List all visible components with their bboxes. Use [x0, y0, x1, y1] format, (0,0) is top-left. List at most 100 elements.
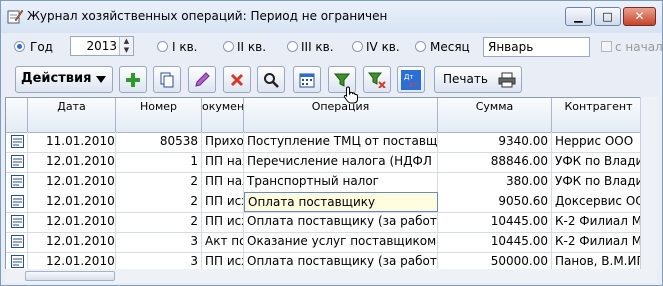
cell-sum: 10445.00	[438, 212, 552, 232]
cell-counterparty: Неррис ООО	[552, 132, 640, 152]
edit-button[interactable]	[188, 66, 216, 93]
col-header-operation[interactable]: Операция	[244, 98, 438, 132]
cell-date: 12.01.2010	[28, 152, 116, 172]
year-radio-label: Год	[30, 40, 53, 54]
document-icon	[11, 235, 24, 248]
actions-dropdown[interactable]: Действия	[15, 66, 113, 93]
cell-operation: Транспортный налог	[244, 172, 438, 192]
col-header-date[interactable]: Дата	[28, 98, 116, 132]
q2-radio[interactable]	[223, 41, 234, 52]
delete-x-icon	[230, 73, 244, 86]
journal-window: Журнал хозяйственных операций: Период не…	[0, 0, 663, 286]
q4-label: IV кв.	[366, 40, 400, 54]
col-header-counterparty[interactable]: Контрагент	[552, 98, 640, 132]
q4-radio[interactable]	[352, 41, 363, 52]
maximize-button[interactable]: □	[594, 7, 621, 26]
col-header-document[interactable]: окумен	[202, 98, 244, 132]
period-bar: Год 2013 ▲ ▼ I кв. II кв. III кв. IV кв. …	[1, 33, 662, 61]
cell-document: ПП нал	[202, 152, 244, 172]
cell-date: 12.01.2010	[28, 212, 116, 232]
table-header: Дата Номер окумен Операция Сумма Контраг…	[6, 98, 640, 133]
cell-sum: 9050.60	[438, 192, 552, 212]
cell-date: 12.01.2010	[28, 172, 116, 192]
close-button[interactable]: ✕	[623, 7, 656, 26]
month-radio[interactable]	[415, 41, 426, 52]
print-button[interactable]: Печать	[434, 66, 522, 93]
document-icon	[11, 255, 24, 268]
spin-down-icon[interactable]: ▼	[124, 46, 129, 54]
table-row[interactable]: 12.01.2010 2 ПП нал Транспортный налог 3…	[6, 172, 640, 193]
table-row-selected[interactable]: 12.01.2010 2 ПП исх Оплата поставщику 90…	[6, 192, 640, 213]
table-row[interactable]: 11.01.2010 80538 Приход Поступление ТМЦ …	[6, 132, 640, 153]
cell-sum: 380.00	[438, 172, 552, 192]
window-title: Журнал хозяйственных операций: Период не…	[27, 9, 388, 23]
spin-up-icon[interactable]: ▲	[124, 37, 129, 45]
col-header-number[interactable]: Номер	[116, 98, 202, 132]
col-header-icon[interactable]	[6, 98, 28, 132]
table-row[interactable]: 12.01.2010 1 ПП нал Перечисление налога …	[6, 152, 640, 173]
table-row[interactable]: 12.01.2010 2 ПП исх Оплата поставщику (з…	[6, 212, 640, 233]
search-button[interactable]	[257, 66, 285, 93]
toolbar: Действия Дт Кт Печать	[1, 62, 662, 96]
year-spinner[interactable]: ▲ ▼	[119, 37, 133, 55]
cell-number: 1	[116, 152, 202, 172]
plus-icon	[126, 72, 140, 87]
year-radio[interactable]	[14, 41, 25, 52]
horizontal-scrollbar[interactable]	[5, 269, 657, 283]
q1-label: I кв.	[172, 40, 198, 54]
row-doc-icon-cell	[6, 172, 28, 192]
horizontal-scroll-thumb[interactable]	[25, 271, 115, 281]
cell-operation: Оказание услуг поставщиком	[244, 232, 438, 252]
q3-radio[interactable]	[287, 41, 298, 52]
minimize-icon: ▁	[574, 10, 583, 23]
cell-document: ПП исх	[202, 212, 244, 232]
cell-document: ПП нал	[202, 172, 244, 192]
q1-radio[interactable]	[157, 41, 168, 52]
row-doc-icon-cell	[6, 152, 28, 172]
calendar-button[interactable]	[293, 66, 321, 93]
col-header-sum[interactable]: Сумма	[438, 98, 552, 132]
cell-sum: 88846.00	[438, 152, 552, 172]
add-button[interactable]	[119, 66, 147, 93]
cell-document: Акт по.	[202, 232, 244, 252]
cell-document: Приход	[202, 132, 244, 152]
cell-counterparty: К-2 Филиал МС	[552, 232, 640, 252]
delete-button[interactable]	[223, 66, 251, 93]
copy-icon	[160, 72, 174, 87]
clear-filter-button[interactable]	[363, 66, 391, 93]
row-doc-icon-cell	[6, 192, 28, 212]
operations-table: Дата Номер окумен Операция Сумма Контраг…	[5, 97, 641, 271]
month-field[interactable]: Январь	[483, 37, 590, 57]
row-doc-icon-cell	[6, 212, 28, 232]
search-icon	[264, 72, 279, 88]
hand-cursor-icon	[343, 86, 358, 104]
actions-label: Действия	[21, 71, 92, 86]
cell-document: ПП исх	[202, 192, 244, 212]
cell-counterparty: К-2 Филиал МС	[552, 212, 640, 232]
chevron-down-icon	[96, 76, 106, 83]
cell-number: 2	[116, 212, 202, 232]
maximize-icon: □	[602, 10, 613, 23]
title-bar: Журнал хозяйственных операций: Период не…	[1, 1, 662, 33]
minimize-button[interactable]: ▁	[565, 7, 592, 26]
cell-operation: Перечисление налога (НДФЛ 13%	[244, 152, 438, 172]
cell-counterparty: Доксервис ОО	[552, 192, 640, 212]
document-icon	[11, 135, 24, 148]
cell-sum: 9340.00	[438, 132, 552, 152]
document-icon	[11, 215, 24, 228]
month-label: Месяц	[430, 40, 470, 54]
cell-number: 3	[116, 232, 202, 252]
year-spinbox[interactable]: 2013 ▲ ▼	[70, 36, 134, 56]
printer-icon	[498, 72, 516, 87]
copy-button[interactable]	[153, 66, 181, 93]
cell-operation-focused[interactable]: Оплата поставщику	[244, 192, 438, 212]
document-icon	[11, 195, 24, 208]
table-row[interactable]: 12.01.2010 3 Акт по. Оказание услуг пост…	[6, 232, 640, 253]
from-start-label: с начал	[615, 40, 663, 54]
cell-date: 12.01.2010	[28, 232, 116, 252]
cell-counterparty: УФК по Владим	[552, 172, 640, 192]
print-label: Печать	[443, 72, 488, 86]
vertical-scrollbar[interactable]	[640, 97, 658, 269]
from-start-checkbox[interactable]	[601, 41, 612, 52]
debit-credit-button[interactable]: Дт Кт	[397, 66, 425, 93]
